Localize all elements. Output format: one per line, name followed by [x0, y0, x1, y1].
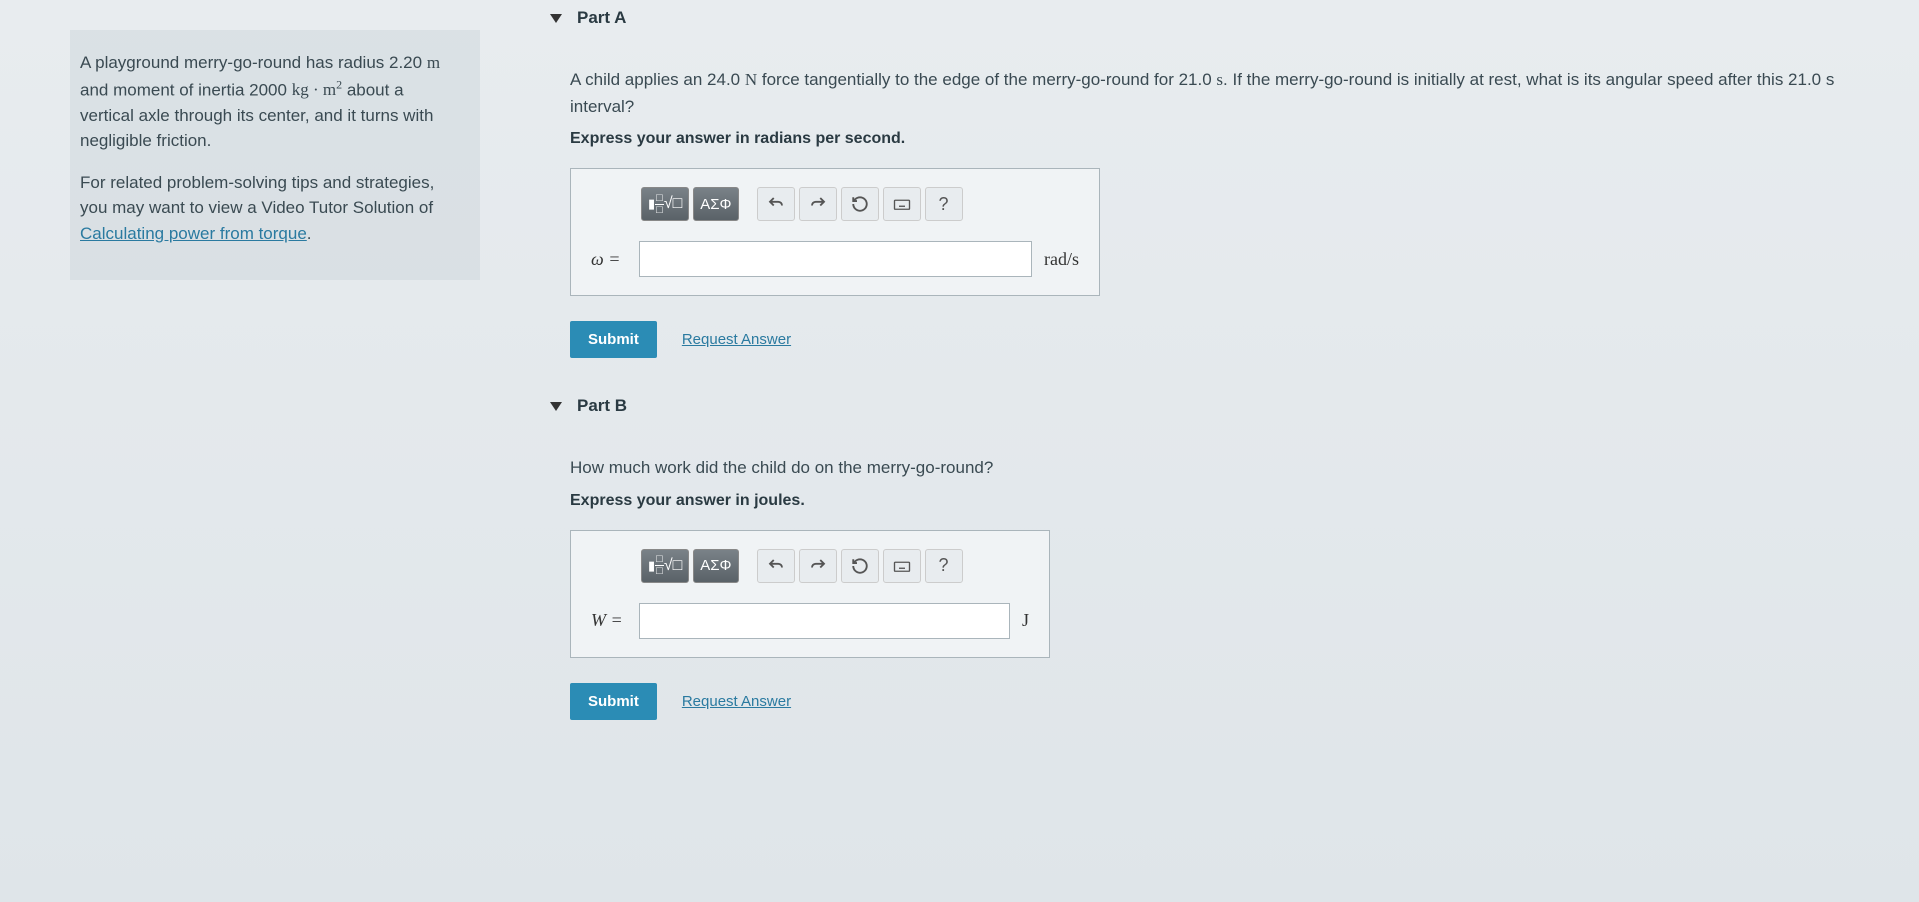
help-button[interactable]: ?: [925, 187, 963, 221]
text: ·: [309, 80, 323, 99]
toolbar: ▮□□√□ ΑΣΦ ?: [591, 187, 1079, 221]
collapse-icon[interactable]: [550, 14, 562, 23]
help-button[interactable]: ?: [925, 549, 963, 583]
collapse-icon[interactable]: [550, 402, 562, 411]
input-row: ω = rad/s: [591, 241, 1079, 277]
part-b-title: Part B: [577, 396, 627, 416]
part-b-instruction: Express your answer in joules.: [570, 492, 1879, 510]
variable-label: ω =: [591, 249, 627, 270]
greek-button[interactable]: ΑΣΦ: [693, 187, 738, 221]
submit-button[interactable]: Submit: [570, 321, 657, 358]
part-a-question: A child applies an 24.0 N force tangenti…: [570, 66, 1879, 120]
part-a-instruction: Express your answer in radians per secon…: [570, 130, 1879, 148]
part-b-content: How much work did the child do on the me…: [550, 424, 1879, 749]
request-answer-link[interactable]: Request Answer: [682, 693, 791, 710]
part-a-title: Part A: [577, 8, 626, 28]
text: force tangentially to the edge of the me…: [757, 70, 1216, 89]
video-tutor-link[interactable]: Calculating power from torque: [80, 224, 307, 243]
text: A playground merry-go-round has radius 2…: [80, 53, 427, 72]
part-b-header[interactable]: Part B: [550, 388, 1879, 424]
toolbar: ▮□□√□ ΑΣΦ ?: [591, 549, 1029, 583]
unit-kg: kg: [292, 80, 309, 99]
answer-area: Part A A child applies an 24.0 N force t…: [530, 0, 1919, 902]
unit-m: m: [427, 53, 440, 72]
keyboard-button[interactable]: [883, 187, 921, 221]
problem-paragraph-2: For related problem-solving tips and str…: [80, 170, 460, 247]
problem-statement: A playground merry-go-round has radius 2…: [70, 30, 480, 280]
keyboard-button[interactable]: [883, 549, 921, 583]
text: .: [307, 224, 312, 243]
unit-label: J: [1022, 610, 1029, 631]
submit-button[interactable]: Submit: [570, 683, 657, 720]
answer-input[interactable]: [639, 603, 1010, 639]
reset-button[interactable]: [841, 549, 879, 583]
text: and moment of inertia 2000: [80, 80, 292, 99]
redo-button[interactable]: [799, 549, 837, 583]
part-a-answer-box: ▮□□√□ ΑΣΦ ? ω =: [570, 168, 1100, 296]
part-b-question: How much work did the child do on the me…: [570, 454, 1879, 481]
templates-button[interactable]: ▮□□√□: [641, 549, 689, 583]
action-row: Submit Request Answer: [570, 321, 1879, 358]
reset-button[interactable]: [841, 187, 879, 221]
unit-label: rad/s: [1044, 249, 1079, 270]
request-answer-link[interactable]: Request Answer: [682, 331, 791, 348]
problem-sidebar: A playground merry-go-round has radius 2…: [0, 0, 530, 902]
problem-paragraph-1: A playground merry-go-round has radius 2…: [80, 50, 460, 154]
text: A child applies an 24.0: [570, 70, 745, 89]
undo-button[interactable]: [757, 187, 795, 221]
undo-button[interactable]: [757, 549, 795, 583]
part-b-answer-box: ▮□□√□ ΑΣΦ ? W =: [570, 530, 1050, 658]
part-a-content: A child applies an 24.0 N force tangenti…: [550, 36, 1879, 388]
answer-input[interactable]: [639, 241, 1032, 277]
part-a-header[interactable]: Part A: [550, 0, 1879, 36]
redo-button[interactable]: [799, 187, 837, 221]
greek-button[interactable]: ΑΣΦ: [693, 549, 738, 583]
action-row: Submit Request Answer: [570, 683, 1879, 720]
unit-m: m: [323, 80, 336, 99]
text: For related problem-solving tips and str…: [80, 173, 434, 218]
variable-label: W =: [591, 610, 627, 631]
templates-button[interactable]: ▮□□√□: [641, 187, 689, 221]
input-row: W = J: [591, 603, 1029, 639]
unit-N: N: [745, 70, 757, 89]
